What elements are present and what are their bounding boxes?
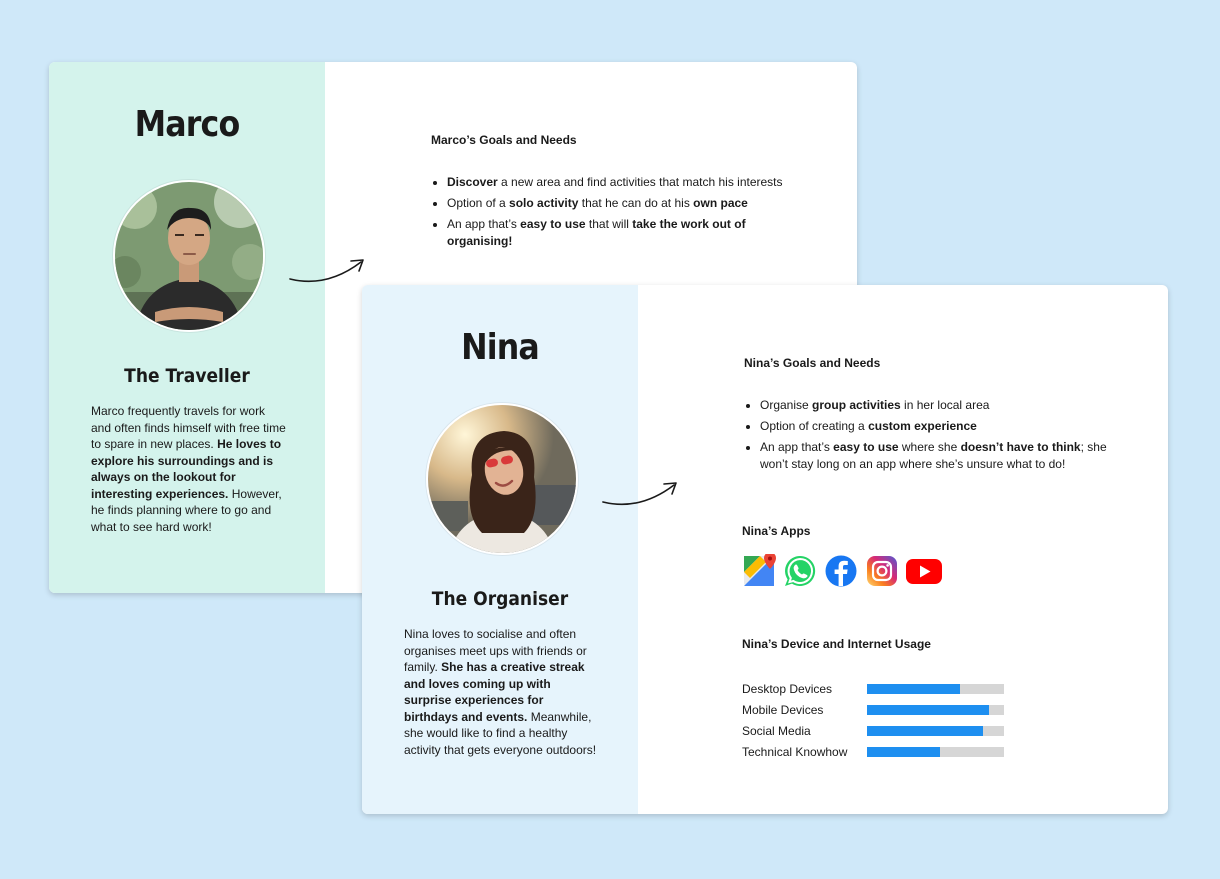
persona-role: The Traveller — [124, 365, 250, 387]
emphasis-text: custom experience — [868, 419, 977, 433]
usage-title: Nina’s Device and Internet Usage — [742, 637, 931, 651]
usage-bar-track — [867, 704, 1004, 715]
usage-bar-track — [867, 725, 1004, 736]
emphasis-text: solo activity — [509, 196, 579, 210]
avatar — [113, 180, 265, 332]
goal-item: An app that’s easy to use that will take… — [447, 216, 813, 249]
text-run: a new area and find activities that matc… — [497, 175, 783, 189]
persona-profile-panel: Marco The Traveller Marco frequently tra… — [49, 62, 325, 593]
goals-list: Discover a new area and find activities … — [431, 174, 813, 254]
emphasis-text: doesn’t have to think — [960, 440, 1081, 454]
persona-bio: Nina loves to socialise and often organi… — [404, 626, 600, 758]
persona-name: Marco — [134, 104, 241, 145]
avatar — [426, 403, 578, 555]
usage-list: Desktop Devices Mobile Devices Social Medi… — [742, 678, 1004, 762]
arrow-icon — [602, 482, 677, 506]
persona-bio: Marco frequently travels for work and of… — [91, 403, 287, 535]
usage-row: Social Media — [742, 720, 1004, 741]
usage-bar-fill — [867, 704, 989, 715]
goals-title: Marco’s Goals and Needs — [431, 133, 577, 147]
usage-bar-fill — [867, 746, 940, 757]
usage-bar-track — [867, 683, 1004, 694]
usage-label: Desktop Devices — [742, 681, 833, 696]
usage-bar-fill — [867, 683, 961, 694]
arrow-icon — [289, 259, 364, 283]
persona-profile-panel: Nina The Organiser Nina loves to sociali… — [362, 285, 638, 814]
emphasis-text: group activities — [812, 398, 901, 412]
emphasis-text: own pace — [693, 196, 748, 210]
usage-bar-fill — [867, 725, 984, 736]
facebook-icon — [825, 555, 857, 587]
usage-row: Desktop Devices — [742, 678, 1004, 699]
usage-label: Social Media — [742, 723, 811, 738]
instagram-icon — [867, 556, 897, 586]
goal-item: An app that’s easy to use where she does… — [760, 439, 1126, 472]
goal-item: Option of creating a custom experience — [760, 418, 1126, 435]
text-run: that will — [585, 217, 633, 231]
emphasis-text: Discover — [447, 175, 498, 189]
emphasis-text: easy to use — [833, 440, 899, 454]
usage-bar-track — [867, 746, 1004, 757]
apps-list — [742, 554, 942, 588]
emphasis-text: easy to use — [520, 217, 586, 231]
goals-title: Nina’s Goals and Needs — [744, 356, 881, 370]
text-run: in her local area — [900, 398, 990, 412]
man-portrait-image — [115, 182, 263, 330]
usage-row: Technical Knowhow — [742, 741, 1004, 762]
text-run: Organise — [760, 398, 813, 412]
google-maps-icon — [744, 554, 776, 586]
whatsapp-icon — [785, 555, 816, 586]
youtube-icon — [906, 559, 942, 584]
goal-item: Discover a new area and find activities … — [447, 174, 813, 191]
text-run: that he can do at his — [578, 196, 694, 210]
persona-name: Nina — [461, 327, 540, 368]
text-run: An app that’s — [447, 217, 521, 231]
text-run: An app that’s — [760, 440, 834, 454]
apps-title: Nina’s Apps — [742, 524, 811, 538]
goals-list: Organise group activities in her local a… — [744, 397, 1126, 477]
usage-label: Mobile Devices — [742, 702, 824, 717]
persona-card-nina: Nina The Organiser Nina loves to sociali… — [362, 285, 1168, 814]
text-run: Option of creating a — [760, 419, 869, 433]
usage-row: Mobile Devices — [742, 699, 1004, 720]
woman-portrait-image — [428, 405, 576, 553]
goal-item: Organise group activities in her local a… — [760, 397, 1126, 414]
persona-role: The Organiser — [431, 588, 569, 610]
text-run: Option of a — [447, 196, 510, 210]
text-run: where she — [898, 440, 961, 454]
usage-label: Technical Knowhow — [742, 744, 848, 759]
goal-item: Option of a solo activity that he can do… — [447, 195, 813, 212]
